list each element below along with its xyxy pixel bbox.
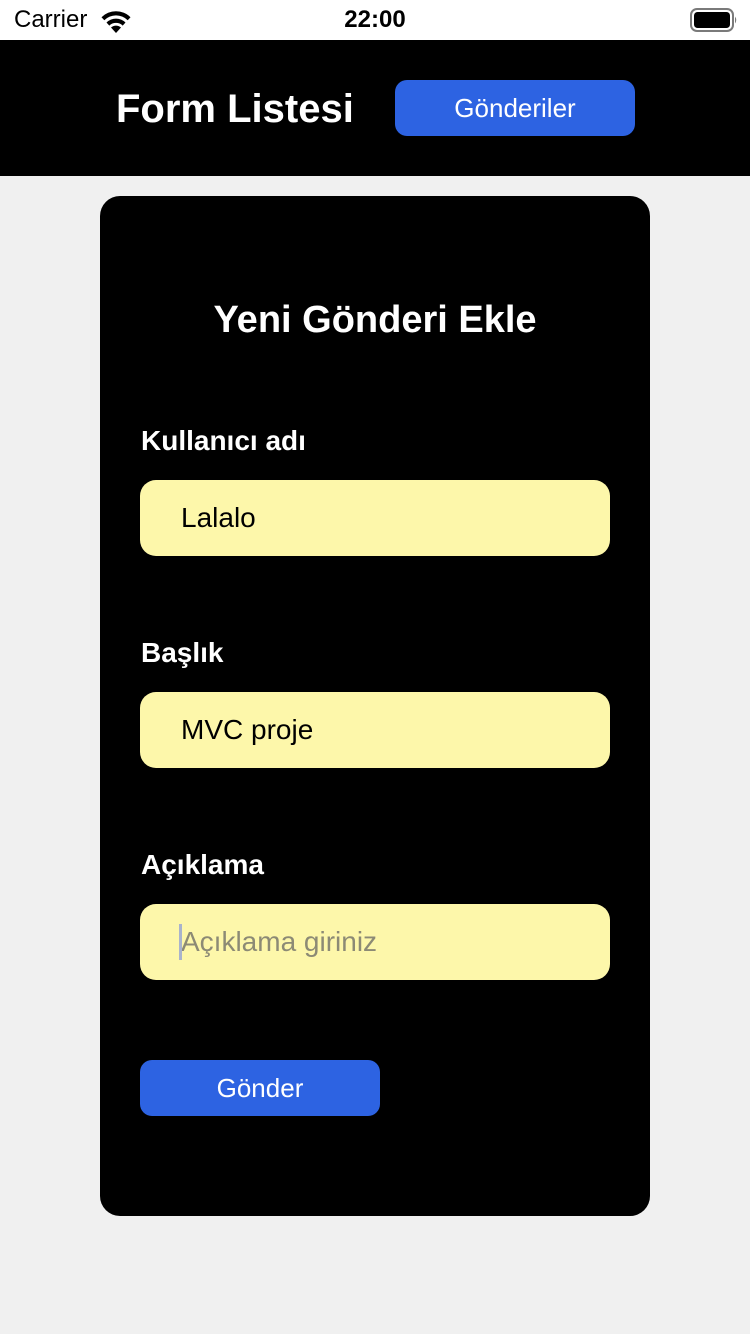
description-label: Açıklama [141,849,264,880]
status-time: 22:00 [344,6,406,33]
description-placeholder: Açıklama giriniz [181,926,378,957]
submit-button[interactable]: Gönder [140,1060,380,1116]
status-bar: Carrier 22:00 [0,0,750,40]
description-field[interactable]: Açıklama giriniz [140,904,610,980]
username-label: Kullanıcı adı [141,425,306,456]
page-title: Form Listesi [116,87,354,131]
battery-icon [690,8,737,32]
new-post-form: Yeni Gönderi Ekle Kullanıcı adı Lalalo B… [100,196,650,1216]
posts-button[interactable]: Gönderiler [395,80,635,136]
post-title-field[interactable]: MVC proje [140,692,610,768]
navigation-bar: Form Listesi Gönderiler [0,40,750,176]
text-cursor [179,924,182,960]
post-title-label: Başlık [141,637,224,668]
form-title: Yeni Gönderi Ekle [213,299,537,341]
username-field[interactable]: Lalalo [140,480,610,556]
